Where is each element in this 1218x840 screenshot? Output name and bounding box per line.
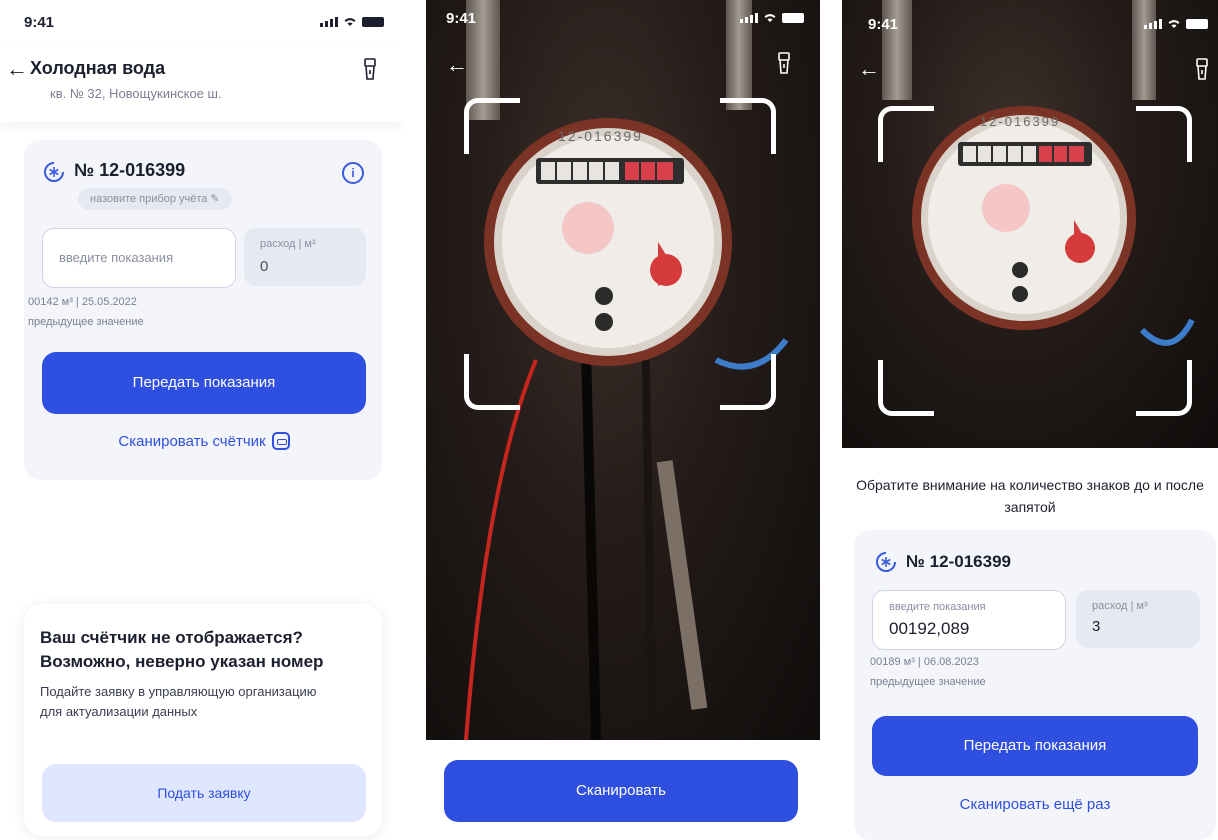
battery-icon [1186, 19, 1208, 29]
meter-number: № 12-016399 [906, 552, 1011, 571]
frame-corner [878, 360, 934, 416]
usage-value: 0 [260, 258, 269, 275]
missing-meter-notice: Ваш счётчик не отображается? Возможно, н… [24, 604, 382, 836]
snowflake-icon [44, 162, 64, 182]
reading-input[interactable]: введите показания [42, 228, 236, 288]
signal-icon [1144, 19, 1162, 29]
snowflake-icon [876, 552, 896, 572]
scan-button[interactable]: Сканировать [444, 760, 798, 822]
usage-box: расход | м³ 3 [1076, 590, 1200, 648]
status-time: 9:41 [868, 16, 899, 33]
rename-meter-chip[interactable]: назовите прибор учёта ✎ [78, 188, 232, 210]
scan-meter-label: Сканировать счётчик [118, 433, 266, 450]
back-arrow-icon[interactable]: ← [858, 58, 880, 80]
previous-caption: предыдущее значение [870, 676, 986, 688]
status-icons [740, 12, 804, 23]
meter-number: № 12-016399 [74, 160, 186, 180]
wifi-icon [764, 14, 776, 22]
battery-icon [782, 13, 804, 23]
scanner-screen: 12-016399 9:41 ← Сканировать [426, 0, 820, 840]
camera-view: 12-016399 [842, 0, 1218, 448]
status-bar: 9:41 [842, 0, 1218, 44]
reading-value: 00192,089 [889, 619, 970, 638]
meter-serial: 12-016399 [558, 128, 643, 144]
frame-corner [720, 98, 776, 154]
signal-icon [740, 13, 758, 23]
meter-serial: 12-016399 [980, 114, 1061, 129]
previous-value: 00142 м³ | 25.05.2022 [28, 296, 137, 308]
flashlight-icon[interactable] [1196, 58, 1208, 80]
previous-caption: предыдущее значение [28, 316, 144, 328]
status-time: 9:41 [446, 10, 477, 27]
back-arrow-icon[interactable]: ← [6, 58, 28, 80]
digits-hint: Обратите внимание на количество знаков д… [856, 477, 1204, 515]
meter-screen: 9:41 ← Холодная вода кв. № 32, Новощукин… [0, 0, 404, 840]
battery-icon [362, 17, 384, 27]
scan-meter-link[interactable]: Сканировать счётчик [42, 432, 366, 450]
flashlight-icon[interactable] [778, 52, 790, 74]
page-header: ← Холодная вода кв. № 32, Новощукинское … [0, 46, 404, 122]
status-bar: 9:41 [426, 0, 820, 44]
scan-result-screen: 12-016399 9:41 ← Обратите внимание на ко… [842, 0, 1218, 840]
notice-title: Ваш счётчик не отображается? Возможно, н… [40, 628, 324, 671]
info-icon[interactable]: i [342, 162, 364, 184]
address: кв. № 32, Новощукинское ш. [50, 86, 222, 101]
usage-value: 3 [1092, 618, 1101, 635]
meter-card: № 12-016399 введите показания 00192,089 … [854, 530, 1216, 840]
status-bar: 9:41 [0, 0, 404, 44]
wifi-icon [344, 18, 356, 26]
rescan-link[interactable]: Сканировать ещё раз [872, 796, 1198, 813]
frame-corner [720, 354, 776, 410]
back-arrow-icon[interactable]: ← [446, 54, 468, 76]
camera-view: 12-016399 [426, 0, 820, 740]
status-time: 9:41 [24, 14, 55, 31]
signal-icon [320, 17, 338, 27]
frame-corner [464, 354, 520, 410]
submit-reading-button[interactable]: Передать показания [42, 352, 366, 414]
reading-placeholder: введите показания [59, 250, 174, 265]
submit-reading-button[interactable]: Передать показания [872, 716, 1198, 776]
usage-label: расход | м³ [1092, 600, 1148, 612]
usage-label: расход | м³ [260, 238, 316, 250]
usage-box: расход | м³ 0 [244, 228, 366, 286]
reading-input[interactable]: введите показания 00192,089 [872, 590, 1066, 650]
meter-card: № 12-016399 назовите прибор учёта ✎ i вв… [24, 140, 382, 480]
wifi-icon [1168, 20, 1180, 28]
frame-corner [878, 106, 934, 162]
scan-icon [271, 432, 290, 450]
page-title: Холодная вода [30, 58, 166, 78]
status-icons [1144, 18, 1208, 29]
frame-corner [464, 98, 520, 154]
flashlight-icon[interactable] [364, 58, 376, 80]
submit-request-button[interactable]: Подать заявку [42, 764, 366, 822]
status-icons [320, 16, 384, 27]
reading-label: введите показания [889, 601, 986, 613]
frame-corner [1136, 360, 1192, 416]
notice-text: Подайте заявку в управляющую организацию… [40, 684, 317, 719]
frame-corner [1136, 106, 1192, 162]
previous-value: 00189 м³ | 06.08.2023 [870, 656, 979, 668]
